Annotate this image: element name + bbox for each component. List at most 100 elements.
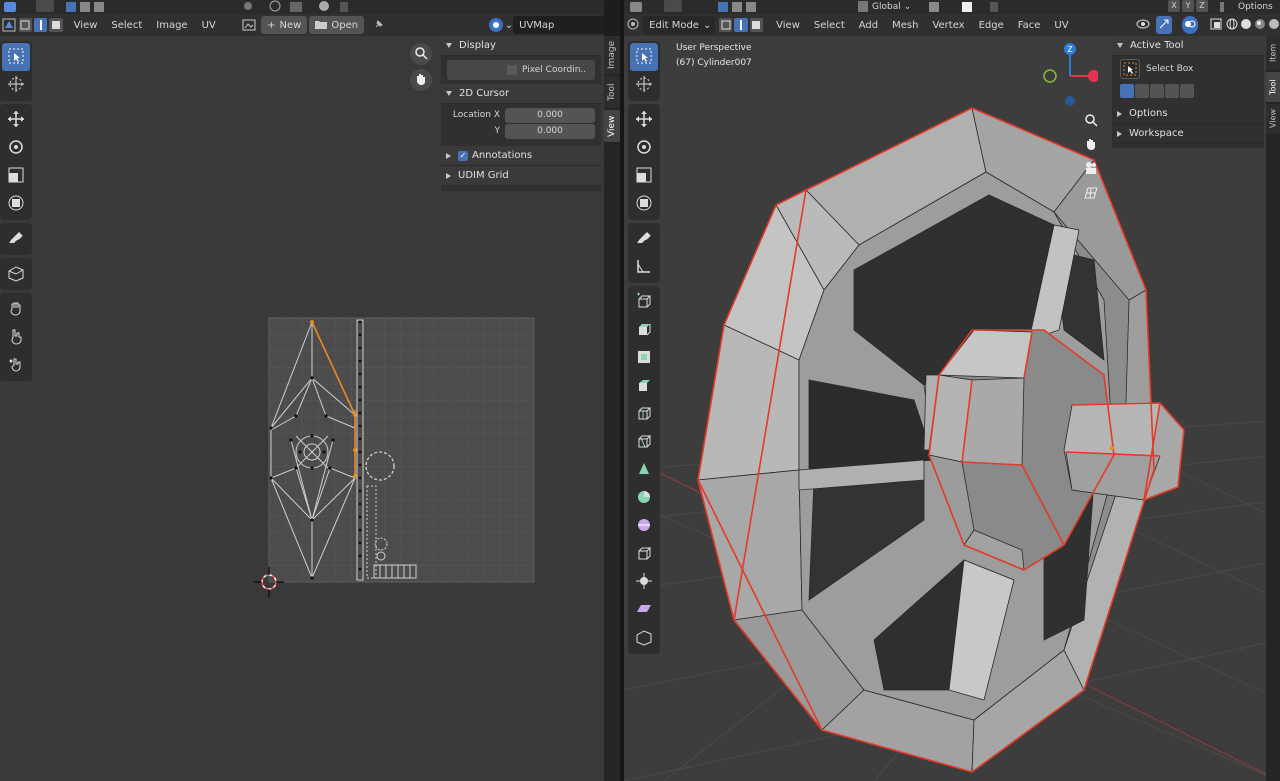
rip-region-tool[interactable] (2, 260, 30, 288)
menu-select[interactable]: Select (807, 16, 852, 34)
edge-select-icon[interactable] (34, 18, 48, 32)
tab-view[interactable]: View (604, 110, 620, 142)
new-image-button[interactable]: + New (261, 16, 308, 34)
menu-add[interactable]: Add (852, 16, 885, 34)
mirror-y-toggle[interactable]: Y (1182, 0, 1194, 12)
cursor-tool[interactable] (630, 71, 658, 99)
display-panel-header[interactable]: Display (441, 36, 601, 56)
smooth-tool[interactable] (630, 512, 658, 540)
tab-tool[interactable]: Tool (604, 76, 620, 108)
location-x-field[interactable]: 0.000 (505, 107, 595, 123)
rendered-shading-icon[interactable] (1268, 18, 1280, 33)
pin-button[interactable] (370, 16, 389, 34)
uvmap-selector[interactable]: ⌄ (488, 16, 513, 34)
vertex-select-icon[interactable] (18, 18, 32, 32)
wheel-mesh[interactable] (697, 107, 1185, 773)
zoom-button[interactable] (1080, 110, 1102, 132)
overlays-toggle[interactable] (1181, 16, 1198, 34)
shrink-fatten-tool[interactable] (630, 568, 658, 596)
open-image-button[interactable]: Open (309, 16, 365, 34)
menu-view[interactable]: View (67, 16, 105, 34)
poly-build-tool[interactable] (630, 456, 658, 484)
camera-view-button[interactable] (1080, 158, 1102, 180)
annotate-tool[interactable] (2, 225, 30, 253)
image-browse-button[interactable] (239, 16, 259, 34)
pan-button[interactable] (1080, 134, 1102, 156)
move-tool[interactable] (630, 106, 658, 134)
cursor-tool[interactable] (2, 71, 30, 99)
spin-tool[interactable] (630, 484, 658, 512)
menu-uv[interactable]: UV (195, 16, 223, 34)
tab-item[interactable]: Item (1266, 36, 1280, 70)
bevel-tool[interactable] (630, 372, 658, 400)
mirror-z-toggle[interactable]: Z (1196, 0, 1208, 12)
gizmo-neg-z-axis[interactable] (1065, 96, 1075, 106)
transform-tool[interactable] (2, 190, 30, 218)
edge-select-icon[interactable] (734, 18, 748, 32)
menu-face[interactable]: Face (1011, 16, 1048, 34)
gizmo-toggle[interactable] (1156, 16, 1172, 34)
editor-type-button[interactable] (0, 16, 19, 34)
tab-image[interactable]: Image (604, 36, 620, 74)
rip-region-tool[interactable] (630, 624, 658, 652)
pan-button[interactable] (410, 69, 432, 91)
gizmo-x-axis[interactable] (1088, 70, 1098, 82)
rotate-tool[interactable] (2, 134, 30, 162)
edge-slide-tool[interactable] (630, 540, 658, 568)
menu-view[interactable]: View (769, 16, 807, 34)
move-tool[interactable] (2, 106, 30, 134)
annotate-tool[interactable] (630, 225, 658, 253)
tab-tool[interactable]: Tool (1266, 72, 1280, 102)
zoom-button[interactable] (410, 43, 432, 65)
scale-tool[interactable] (2, 162, 30, 190)
transform-tool[interactable] (630, 190, 658, 218)
solid-shading-icon[interactable] (1240, 18, 1252, 33)
annotations-panel-header[interactable]: ✓ Annotations (441, 146, 601, 166)
extrude-tool[interactable] (630, 316, 658, 344)
menu-edge[interactable]: Edge (972, 16, 1011, 34)
uv-editor[interactable]: View Select Image UV + New Open ⌄ UVMap (0, 0, 604, 781)
mode-set-icon[interactable] (1120, 84, 1134, 98)
gizmo-neg-y-axis[interactable] (1043, 69, 1057, 83)
add-cube-tool[interactable] (630, 288, 658, 316)
mode-extend-icon[interactable] (1135, 84, 1149, 98)
pixel-coords-checkbox[interactable] (507, 65, 517, 75)
tab-view[interactable]: View (1266, 104, 1280, 134)
inset-tool[interactable] (630, 344, 658, 372)
mode-intersect-icon[interactable] (1180, 84, 1194, 98)
menu-vertex[interactable]: Vertex (925, 16, 971, 34)
pinch-tool[interactable] (2, 351, 30, 379)
location-y-field[interactable]: 0.000 (505, 123, 595, 139)
select-box-row[interactable]: Select Box (1112, 56, 1264, 82)
grab-tool[interactable] (2, 295, 30, 323)
orientation-dropdown[interactable]: Global ⌄ (872, 0, 911, 14)
xray-toggle[interactable] (1210, 16, 1222, 34)
menu-select[interactable]: Select (104, 16, 149, 34)
mode-dropdown[interactable]: Edit Mode ⌄ (643, 16, 716, 34)
knife-tool[interactable] (630, 428, 658, 456)
select-box-tool[interactable] (2, 43, 30, 71)
axis-gizmo[interactable]: Z (1038, 41, 1098, 111)
pixel-coords-toggle[interactable]: Pixel Coordin.. (447, 60, 595, 80)
cursor-panel-header[interactable]: 2D Cursor (441, 84, 601, 104)
rotate-tool[interactable] (630, 134, 658, 162)
material-shading-icon[interactable] (1254, 18, 1266, 33)
menu-uv[interactable]: UV (1047, 16, 1075, 34)
select-box-tool[interactable] (630, 43, 658, 71)
annotations-checkbox[interactable]: ✓ (458, 150, 468, 161)
scale-tool[interactable] (630, 162, 658, 190)
vertex-select-icon[interactable] (719, 18, 733, 32)
menu-mesh[interactable]: Mesh (885, 16, 925, 34)
wireframe-shading-icon[interactable] (1226, 18, 1238, 33)
viewport-3d[interactable]: Global ⌄ X Y Z Options Edit Mode ⌄ View … (624, 0, 1280, 781)
mode-subtract-icon[interactable] (1150, 84, 1164, 98)
face-select-icon[interactable] (49, 18, 63, 32)
active-tool-panel-header[interactable]: Active Tool (1112, 36, 1264, 56)
menu-image[interactable]: Image (149, 16, 194, 34)
options-panel-header[interactable]: Options (1112, 104, 1264, 124)
relax-tool[interactable] (2, 323, 30, 351)
measure-tool[interactable] (630, 253, 658, 281)
mirror-x-toggle[interactable]: X (1168, 0, 1180, 12)
ortho-toggle-button[interactable] (1080, 182, 1102, 204)
loop-cut-tool[interactable] (630, 400, 658, 428)
